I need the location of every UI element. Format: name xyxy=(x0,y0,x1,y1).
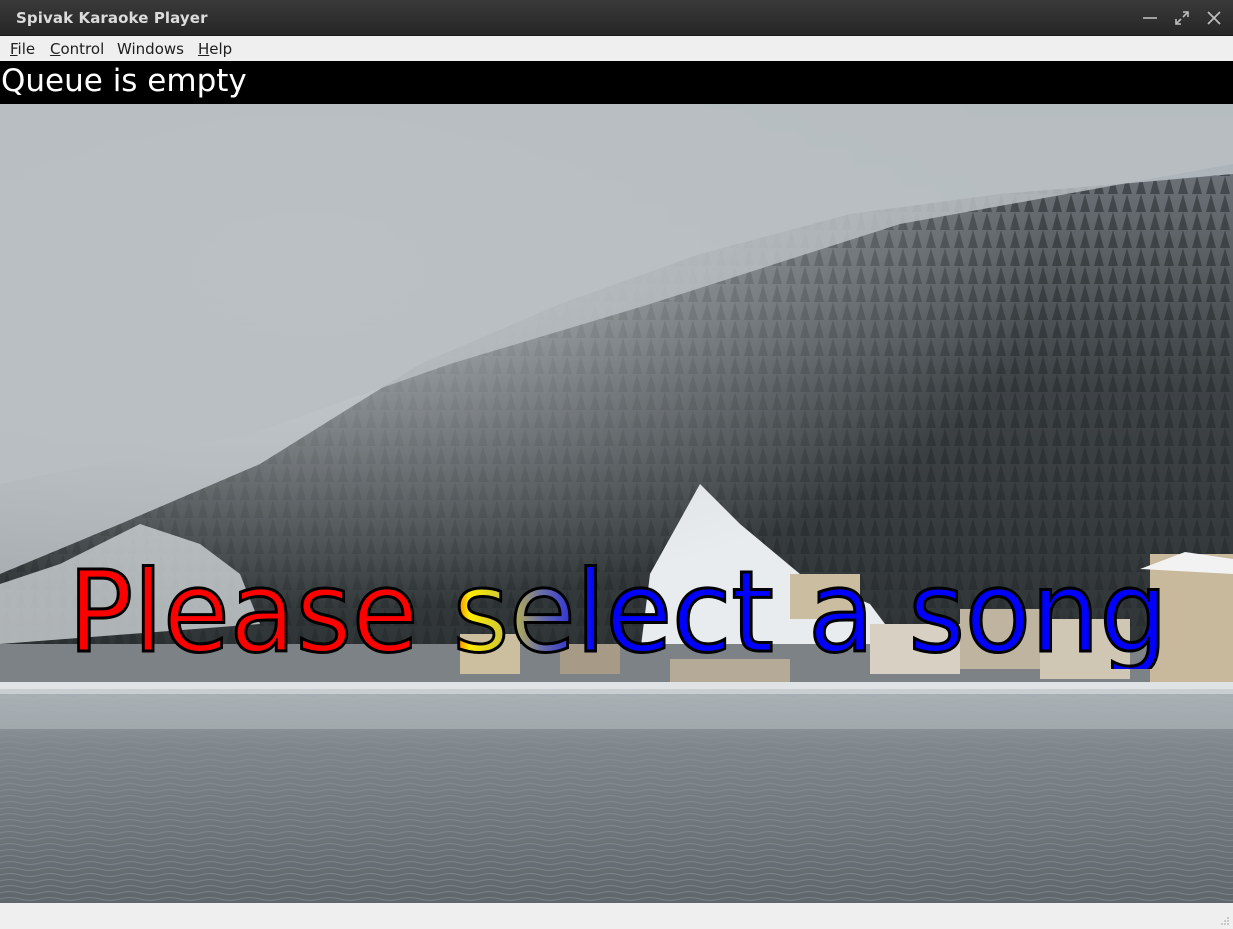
queue-status-bar: Queue is empty xyxy=(0,61,1233,104)
menu-windows[interactable]: Windows xyxy=(117,40,184,58)
queue-status-text: Queue is empty xyxy=(1,63,247,99)
menu-control[interactable]: Control xyxy=(50,40,104,58)
menu-help[interactable]: Help xyxy=(198,40,232,58)
lyrics-text: Please select a song xyxy=(68,548,1168,669)
status-bar xyxy=(0,903,1233,929)
minimize-icon[interactable] xyxy=(1140,8,1160,28)
menu-file[interactable]: File xyxy=(10,40,35,58)
app-window: Spivak Karaoke Player File Control Windo… xyxy=(0,0,1233,929)
window-title: Spivak Karaoke Player xyxy=(16,9,208,27)
karaoke-display[interactable]: Please select a song xyxy=(0,104,1233,903)
title-bar[interactable]: Spivak Karaoke Player xyxy=(0,0,1233,36)
menu-bar: File Control Windows Help xyxy=(0,36,1233,61)
close-icon[interactable] xyxy=(1204,8,1224,28)
lyrics-line: Please select a song xyxy=(0,529,1233,680)
maximize-icon[interactable] xyxy=(1172,8,1192,28)
background-image xyxy=(0,104,1233,903)
resize-grip-icon[interactable] xyxy=(1220,916,1230,926)
